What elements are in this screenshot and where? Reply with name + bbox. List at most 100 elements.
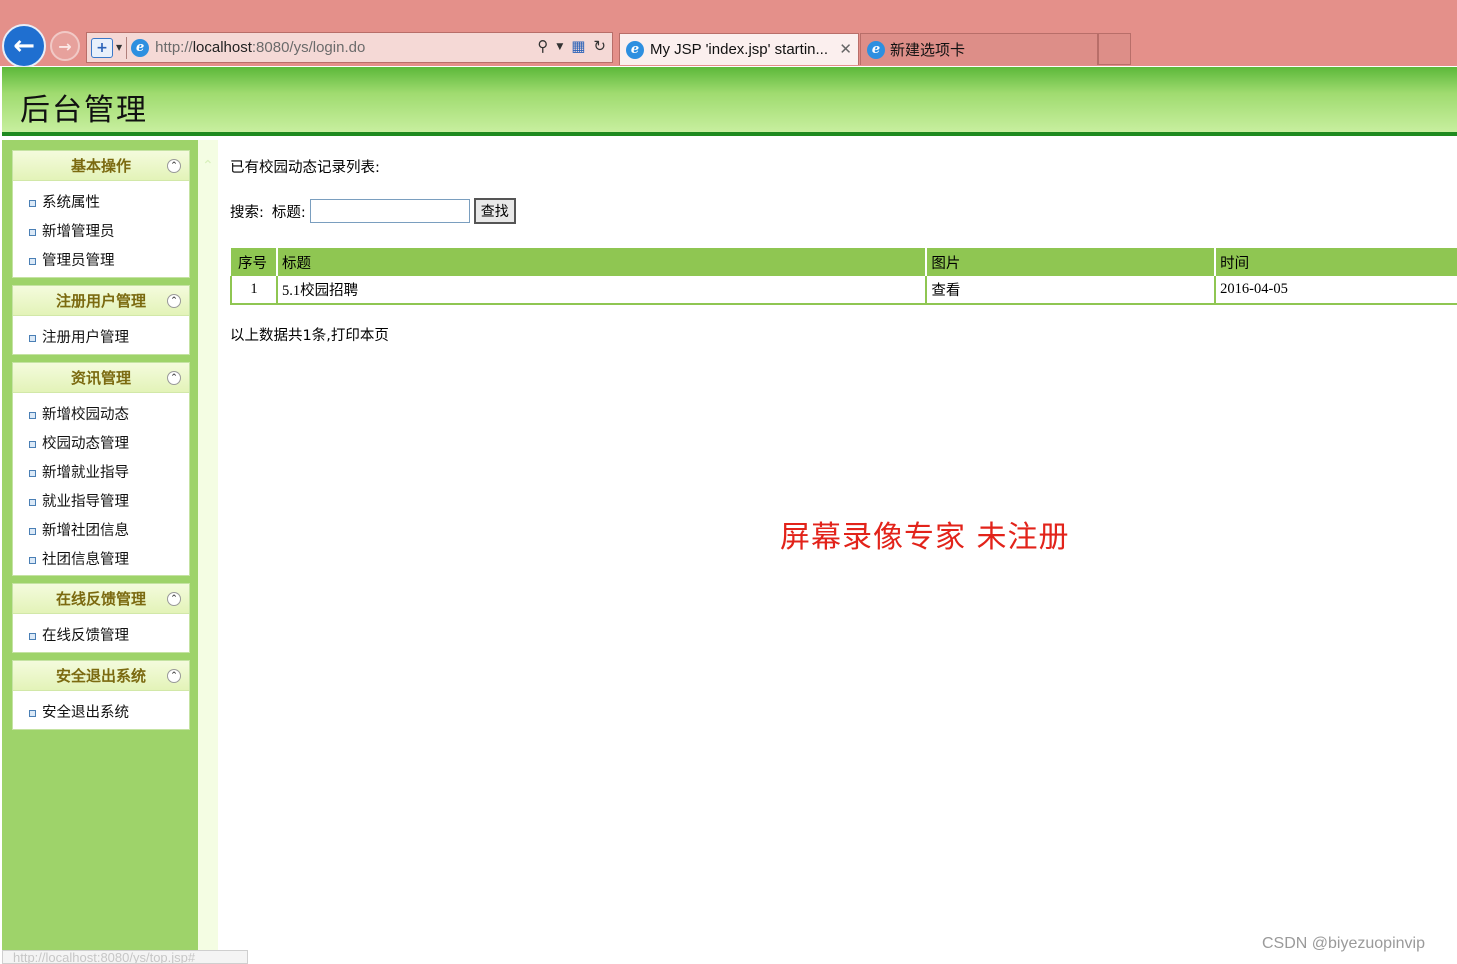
status-bar-url: http://localhost:8080/ys/top.jsp# [2,950,248,964]
collapse-icon[interactable]: ⌃ [167,294,181,308]
col-header-title: 标题 [275,248,927,276]
menu-group-news: 资讯管理 ⌃ 新增校园动态 校园动态管理 新增就业指导 就业指导管理 新增社团信… [12,362,190,576]
sidebar-item-label: 在线反馈管理 [42,628,129,644]
browser-chrome: ← → + ▼ e http://localhost:8080/ys/login… [0,0,1457,68]
forward-arrow-icon[interactable]: → [50,31,80,61]
view-image-link[interactable]: 查看 [925,276,1216,305]
table-row: 1 5.1校园招聘 查看 2016-04-05 [230,276,1457,305]
menu-group-users: 注册用户管理 ⌃ 注册用户管理 [12,285,190,355]
page-title: 后台管理 [20,93,148,128]
cell-time: 2016-04-05 [1214,276,1457,305]
sidebar: 基本操作 ⌃ 系统属性 新增管理员 管理员管理 注册用户管理 ⌃ 注册用户管理 … [2,140,198,964]
compat-view-icon[interactable]: ▦ [571,37,585,57]
sidebar-item-feedback-manage[interactable]: 在线反馈管理 [13,622,189,651]
sidebar-item-user-manage[interactable]: 注册用户管理 [13,324,189,353]
menu-group-basic: 基本操作 ⌃ 系统属性 新增管理员 管理员管理 [12,150,190,278]
table-header-row: 序号 标题 图片 时间 [231,248,1457,276]
sidebar-item-label: 社团信息管理 [42,552,129,568]
menu-group-header[interactable]: 基本操作 ⌃ [13,151,189,181]
menu-group-header[interactable]: 资讯管理 ⌃ [13,363,189,393]
address-bar[interactable]: + ▼ e http://localhost:8080/ys/login.do … [86,32,613,63]
menu-group-feedback: 在线反馈管理 ⌃ 在线反馈管理 [12,583,190,653]
summary-text: 以上数据共1条,打印本页 [230,324,389,345]
sidebar-item-club-info-manage[interactable]: 社团信息管理 [13,546,189,575]
bullet-icon [29,499,36,506]
credit-text: CSDN @biyezuopinvip [1262,935,1425,952]
sidebar-item-label: 校园动态管理 [42,436,129,452]
sidebar-item-label: 新增校园动态 [42,407,129,423]
sidebar-item-campus-news-manage[interactable]: 校园动态管理 [13,430,189,459]
ie-page-icon: e [626,40,644,59]
ie-page-icon: e [867,40,885,59]
address-url[interactable]: http://localhost:8080/ys/login.do [155,39,365,56]
tab-index-jsp[interactable]: e My JSP 'index.jsp' startin... ✕ [619,33,859,65]
bullet-icon [29,335,36,342]
print-page-link[interactable]: 打印本页 [331,328,389,344]
sidebar-item-career-guide-manage[interactable]: 就业指导管理 [13,488,189,517]
sidebar-item-add-admin[interactable]: 新增管理员 [13,218,189,247]
ie-page-icon: e [131,38,150,57]
page-header: 后台管理 [2,67,1457,136]
bullet-icon [29,710,36,717]
search-button[interactable]: 查找 [473,198,516,224]
bullet-icon [29,528,36,535]
menu-group-title: 基本操作 [70,157,131,175]
tab-label: 新建选项卡 [890,42,966,59]
menu-group-logout: 安全退出系统 ⌃ 安全退出系统 [12,660,190,730]
chevron-down-icon[interactable]: ▼ [116,43,122,52]
sidebar-toggle-strip[interactable]: ⌃ [198,140,218,964]
watermark-text: 屏幕录像专家 未注册 [780,520,1070,555]
sidebar-item-add-club-info[interactable]: 新增社团信息 [13,517,189,546]
bullet-icon [29,229,36,236]
search-icon[interactable]: ⚲ [537,37,548,57]
refresh-icon[interactable]: ↻ [593,37,606,57]
address-tools: ⚲ ▼ ▦ ↻ [537,37,606,57]
col-header-time: 时间 [1214,248,1457,276]
add-favorite-icon[interactable]: + [91,37,113,58]
close-icon[interactable]: ✕ [839,40,852,58]
sidebar-item-logout[interactable]: 安全退出系统 [13,699,189,728]
collapse-icon[interactable]: ⌃ [167,371,181,385]
collapse-icon[interactable]: ⌃ [167,592,181,606]
menu-group-header[interactable]: 在线反馈管理 ⌃ [13,584,189,614]
bullet-icon [29,412,36,419]
new-tab-button[interactable] [1098,33,1131,65]
sidebar-item-label: 安全退出系统 [42,705,129,721]
menu-group-header[interactable]: 注册用户管理 ⌃ [13,286,189,316]
tab-new-tab[interactable]: e 新建选项卡 [860,33,1098,65]
sidebar-item-label: 新增管理员 [42,224,115,240]
sidebar-item-label: 就业指导管理 [42,494,129,510]
collapse-icon[interactable]: ⌃ [167,159,181,173]
search-label: 搜索: [230,204,264,221]
address-divider [126,36,128,59]
record-count: 以上数据共1条, [230,328,331,344]
chevron-up-icon[interactable]: ⌃ [202,158,214,174]
tab-label: My JSP 'index.jsp' startin... [650,41,829,58]
chevron-down-icon[interactable]: ▼ [556,37,563,57]
bullet-icon [29,470,36,477]
collapse-icon[interactable]: ⌃ [167,669,181,683]
col-header-index: 序号 [231,248,277,276]
sidebar-item-system-properties[interactable]: 系统属性 [13,189,189,218]
sidebar-item-label: 系统属性 [42,195,100,211]
sidebar-item-admin-manage[interactable]: 管理员管理 [13,247,189,276]
search-row: 搜索: 标题: 查找 [230,198,516,224]
bullet-icon [29,557,36,564]
title-search-input[interactable] [309,199,470,223]
bullet-icon [29,200,36,207]
menu-group-title: 注册用户管理 [55,292,146,310]
menu-group-title: 在线反馈管理 [55,590,146,608]
menu-group-header[interactable]: 安全退出系统 ⌃ [13,661,189,691]
col-header-image: 图片 [925,248,1216,276]
bullet-icon [29,633,36,640]
sidebar-item-label: 新增社团信息 [42,523,129,539]
back-arrow-icon[interactable]: ← [2,24,46,68]
sidebar-item-add-campus-news[interactable]: 新增校园动态 [13,401,189,430]
sidebar-item-label: 管理员管理 [42,253,115,269]
sidebar-item-add-career-guide[interactable]: 新增就业指导 [13,459,189,488]
sidebar-item-label: 新增就业指导 [42,465,129,481]
cell-title: 5.1校园招聘 [275,276,927,305]
bullet-icon [29,441,36,448]
cell-index: 1 [230,276,277,305]
menu-group-title: 资讯管理 [70,369,131,387]
